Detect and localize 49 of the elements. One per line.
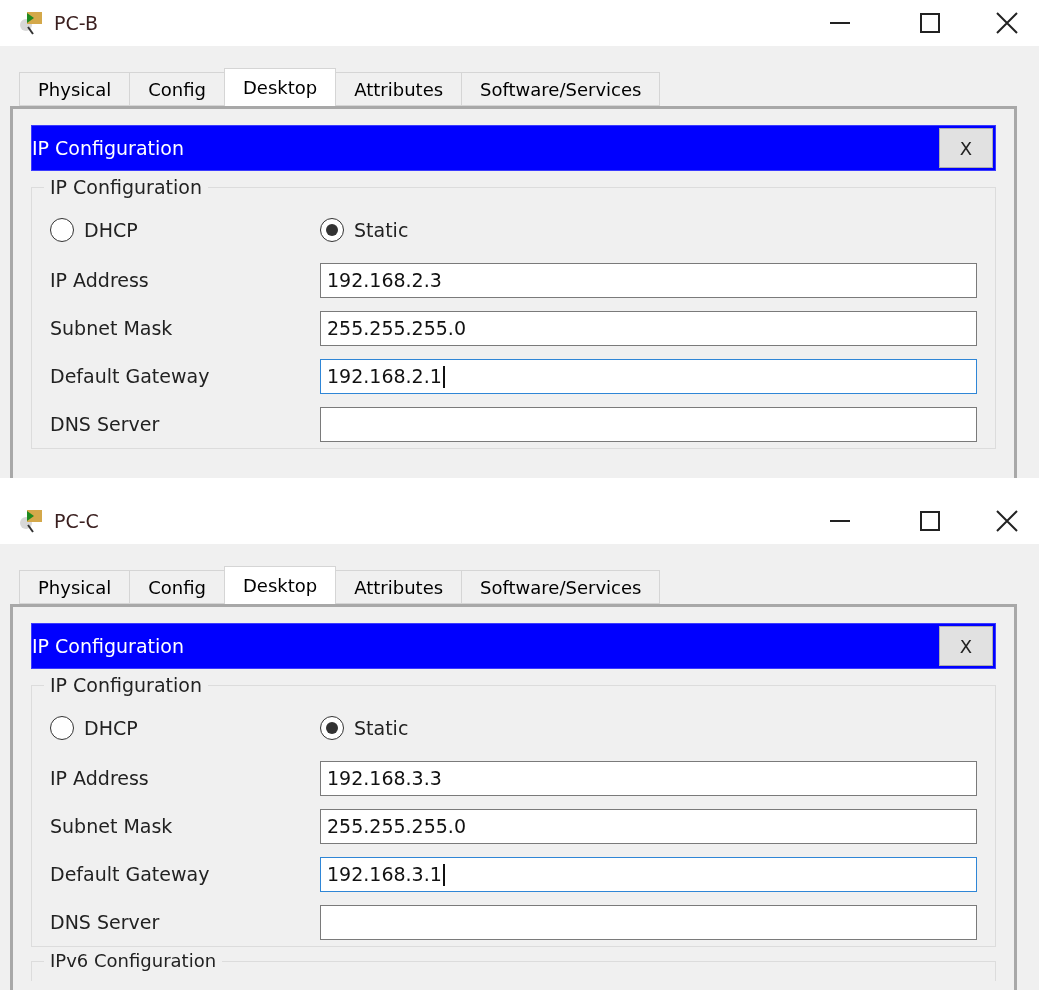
input-field[interactable]: 255.255.255.0 (320, 311, 977, 346)
input-field[interactable]: 192.168.3.3 (320, 761, 977, 796)
tab[interactable]: Physical (19, 570, 131, 604)
tab[interactable]: Software/Services (461, 72, 661, 106)
input-field[interactable] (320, 407, 977, 442)
pc-app-icon (18, 11, 44, 35)
input-field[interactable]: 192.168.2.1 (320, 359, 977, 394)
radio-button[interactable] (50, 716, 74, 740)
maximize-icon (920, 13, 940, 33)
input-field[interactable]: 255.255.255.0 (320, 809, 977, 844)
tab[interactable]: Physical (19, 72, 131, 106)
window-title: PC-B (54, 10, 98, 36)
field-label: IP Address (50, 268, 150, 294)
input-field[interactable] (320, 905, 977, 940)
maximize-icon (920, 511, 940, 531)
tab[interactable]: Software/Services (461, 570, 661, 604)
pc-app-icon (18, 509, 44, 533)
close-icon (996, 510, 1018, 532)
minimize-icon (830, 22, 850, 24)
tab[interactable]: Desktop (224, 566, 337, 604)
tab[interactable]: Config (129, 72, 225, 106)
radio-button[interactable] (320, 218, 344, 242)
panel-title: IP Configuration (32, 633, 184, 659)
field-label: Default Gateway (50, 364, 211, 390)
field-label: Subnet Mask (50, 316, 174, 342)
radio-option[interactable]: DHCP (50, 215, 320, 245)
group-title: IPv6 Configuration (44, 950, 223, 972)
input-field[interactable]: 192.168.2.3 (320, 263, 977, 298)
field-label: DNS Server (50, 910, 161, 936)
radio-button[interactable] (320, 716, 344, 740)
tab[interactable]: Attributes (335, 570, 463, 604)
radio-option[interactable]: Static (320, 713, 409, 743)
field-label: Subnet Mask (50, 814, 174, 840)
radio-option[interactable]: DHCP (50, 713, 320, 743)
minimize-icon (830, 520, 850, 522)
tab[interactable]: Desktop (224, 68, 337, 106)
panel-title: IP Configuration (32, 135, 184, 161)
input-field[interactable]: 192.168.3.1 (320, 857, 977, 892)
radio-option[interactable]: Static (320, 215, 409, 245)
close-icon (996, 12, 1018, 34)
field-label: Default Gateway (50, 862, 211, 888)
window-title: PC-C (54, 508, 99, 534)
field-label: DNS Server (50, 412, 161, 438)
radio-button[interactable] (50, 218, 74, 242)
tab[interactable]: Attributes (335, 72, 463, 106)
close-panel-button[interactable]: X (939, 128, 993, 168)
tab[interactable]: Config (129, 570, 225, 604)
field-label: IP Address (50, 766, 150, 792)
close-panel-button[interactable]: X (939, 626, 993, 666)
